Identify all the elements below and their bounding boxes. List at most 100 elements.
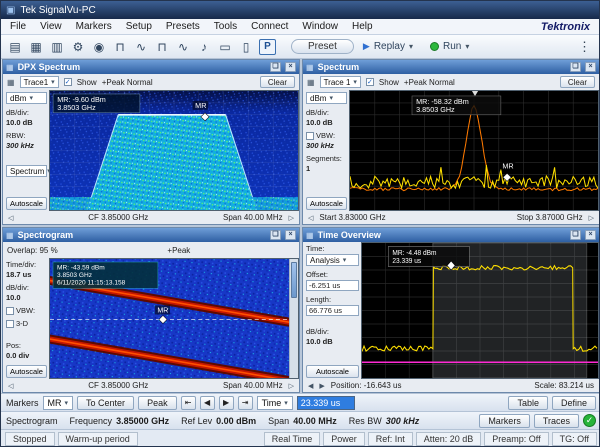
menu-markers[interactable]: Markers: [69, 21, 119, 32]
scroll-right-icon[interactable]: ▷: [289, 382, 294, 390]
p-badge-icon[interactable]: P: [259, 39, 276, 55]
dpx-units-select[interactable]: dBm▾: [6, 92, 47, 104]
scroll-left-icon[interactable]: ◁: [8, 214, 13, 222]
panel-restore-icon[interactable]: ❏: [570, 230, 581, 240]
resbw-value[interactable]: 300 kHz: [386, 416, 420, 426]
menu-setup[interactable]: Setup: [119, 21, 159, 32]
scroll-right-icon[interactable]: ▷: [589, 214, 594, 222]
overflow-menu-icon[interactable]: ⋮: [574, 39, 595, 55]
time-overview-autoscale-button[interactable]: Autoscale: [306, 365, 359, 378]
marker-select[interactable]: MR▾: [43, 396, 74, 410]
spectrogram-display[interactable]: MR: -43.59 dBm 3.8503 GHz 6/11/2020 11:1…: [49, 258, 299, 379]
spectrum-autoscale-button[interactable]: Autoscale: [306, 197, 347, 210]
dpx-trace-select[interactable]: Trace1▾: [20, 76, 59, 88]
dpx-detector-label[interactable]: +Peak Normal: [102, 78, 153, 87]
dpx-span-readout[interactable]: Span 40.00 MHz: [223, 213, 283, 222]
time-overview-display[interactable]: MR: -4.48 dBm 23.339 us: [361, 242, 599, 379]
print-icon[interactable]: ▥: [47, 37, 67, 56]
spectrogram-scrollbar[interactable]: [289, 259, 298, 378]
threed-checkbox[interactable]: ✓: [6, 320, 14, 328]
spectrum-units-select[interactable]: dBm▾: [306, 92, 347, 104]
spectrum-start-readout[interactable]: Start 3.83000 GHz: [319, 213, 385, 222]
marker-axis-select[interactable]: Time▾: [257, 396, 293, 410]
dpx-clear-button[interactable]: Clear: [260, 76, 295, 88]
menu-view[interactable]: View: [33, 21, 69, 32]
overlap-label[interactable]: Overlap: 95 %: [7, 246, 58, 255]
waveform2-icon[interactable]: ∿: [173, 37, 193, 56]
menu-file[interactable]: File: [3, 21, 33, 32]
display2-icon[interactable]: ▯: [236, 37, 256, 56]
marker-position-field[interactable]: [297, 396, 355, 410]
menu-tools[interactable]: Tools: [207, 21, 244, 32]
spectrogram-autoscale-button[interactable]: Autoscale: [6, 365, 47, 378]
spectrum-clear-button[interactable]: Clear: [560, 76, 595, 88]
pos-value[interactable]: 0.0 div: [6, 351, 47, 360]
settings-icon[interactable]: ⚙: [68, 37, 88, 56]
scroll-left-icon[interactable]: ◁: [8, 382, 13, 390]
dbdiv-value[interactable]: 10.0 dB: [6, 118, 47, 127]
table-button[interactable]: Table: [508, 396, 548, 410]
acquisition-icon[interactable]: ◉: [89, 37, 109, 56]
spectrum-panel-header[interactable]: ▦ Spectrum ❏ ×: [303, 60, 599, 74]
scroll-left-icon[interactable]: ◁: [308, 214, 313, 222]
dpx-cf-readout[interactable]: CF 3.85000 GHz: [88, 213, 148, 222]
preset-button[interactable]: Preset: [291, 39, 354, 54]
dpx-view-select[interactable]: Spectrum▾: [6, 165, 47, 177]
length-field[interactable]: 66.776 us: [306, 305, 359, 316]
rbw-value[interactable]: 300 kHz: [6, 141, 47, 150]
spectrogram-detector-label[interactable]: +Peak: [167, 246, 190, 255]
menu-window[interactable]: Window: [295, 21, 345, 32]
scale-readout[interactable]: Scale: 83.214 us: [534, 381, 594, 390]
panel-restore-icon[interactable]: ❏: [570, 62, 581, 72]
scrollbar-thumb[interactable]: [291, 262, 297, 298]
spectrum-show-checkbox[interactable]: ✓: [366, 78, 374, 86]
reflev-value[interactable]: 0.00 dBm: [216, 416, 256, 426]
dpx-panel-header[interactable]: ▦ DPX Spectrum ❏ ×: [3, 60, 299, 74]
dpx-display[interactable]: MR: -9.60 dBm 3.8503 GHz MR: [49, 90, 299, 211]
waveform-icon[interactable]: ∿: [131, 37, 151, 56]
peak-right-icon[interactable]: ⇥: [238, 396, 253, 410]
peak-left-icon[interactable]: ⇤: [181, 396, 196, 410]
spectrogram-cf-readout[interactable]: CF 3.85000 GHz: [88, 381, 148, 390]
panel-close-icon[interactable]: ×: [285, 62, 296, 72]
pulse2-icon[interactable]: ⊓: [152, 37, 172, 56]
panel-close-icon[interactable]: ×: [585, 62, 596, 72]
time-select[interactable]: Analysis▾: [306, 254, 359, 266]
scroll-right-icon[interactable]: ▷: [289, 214, 294, 222]
pulse-icon[interactable]: ⊓: [110, 37, 130, 56]
replay-dropdown[interactable]: ▶ Replay ▾: [355, 37, 421, 56]
peak-button[interactable]: Peak: [138, 396, 177, 410]
title-bar[interactable]: ▣ Tek SignalVu-PC: [1, 1, 599, 19]
display-icon[interactable]: ▭: [215, 37, 235, 56]
menu-connect[interactable]: Connect: [244, 21, 295, 32]
vbw-checkbox[interactable]: ✓: [6, 307, 14, 315]
scroll-right-icon[interactable]: ▶: [319, 382, 324, 390]
open-file-icon[interactable]: ▤: [5, 37, 25, 56]
spectrum-detector-label[interactable]: +Peak Normal: [404, 78, 455, 87]
dbdiv-value[interactable]: 10.0 dB: [306, 337, 359, 346]
timediv-value[interactable]: 18.7 us: [6, 270, 47, 279]
span-value[interactable]: 40.00 MHz: [293, 416, 337, 426]
scroll-left-icon[interactable]: ◀: [308, 382, 313, 390]
dpx-autoscale-button[interactable]: Autoscale: [6, 197, 47, 210]
dbdiv-value[interactable]: 10.0 dB: [306, 118, 347, 127]
spectrum-trace-select[interactable]: Trace 1▾: [320, 76, 361, 88]
offset-field[interactable]: -6.251 us: [306, 280, 359, 291]
to-center-button[interactable]: To Center: [77, 396, 134, 410]
panel-restore-icon[interactable]: ❏: [270, 230, 281, 240]
dpx-show-checkbox[interactable]: ✓: [64, 78, 72, 86]
save-icon[interactable]: ▦: [26, 37, 46, 56]
spectrogram-span-readout[interactable]: Span 40.00 MHz: [223, 381, 283, 390]
next-peak-icon[interactable]: ▶: [219, 396, 234, 410]
menu-help[interactable]: Help: [345, 21, 380, 32]
panel-close-icon[interactable]: ×: [585, 230, 596, 240]
panel-restore-icon[interactable]: ❏: [270, 62, 281, 72]
position-readout[interactable]: Position: -16.643 us: [331, 381, 402, 390]
dbdiv-value[interactable]: 10.0: [6, 293, 47, 302]
segments-value[interactable]: 1: [306, 164, 347, 173]
spectrum-display[interactable]: MR: -58.32 dBm 3.8503 GHz MR: [349, 90, 599, 211]
frequency-value[interactable]: 3.85000 GHz: [116, 416, 169, 426]
markers-button[interactable]: Markers: [479, 414, 530, 428]
vbw-value[interactable]: 300 kHz: [306, 141, 347, 150]
spectrogram-panel-header[interactable]: ▦ Spectrogram ❏ ×: [3, 228, 299, 242]
